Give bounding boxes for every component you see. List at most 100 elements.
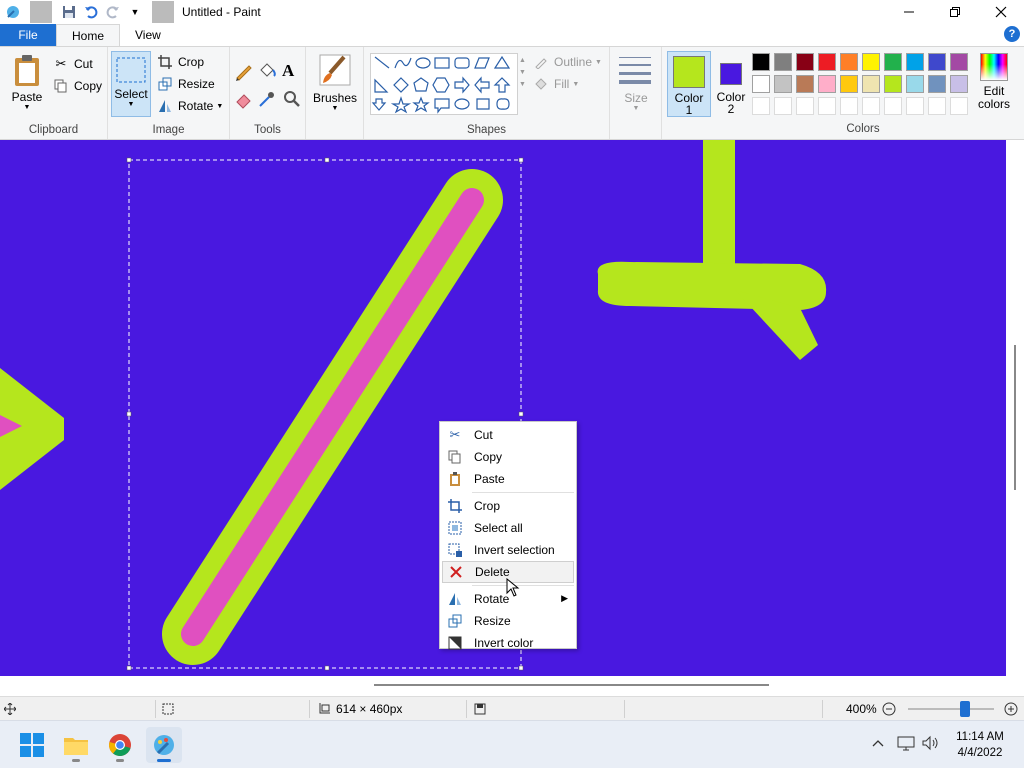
menu-item-invert-selection[interactable]: Invert selection xyxy=(440,539,576,561)
palette-swatch[interactable] xyxy=(906,97,924,115)
selection-handle[interactable] xyxy=(126,157,132,163)
cut-button[interactable]: ✂ Cut xyxy=(52,53,93,75)
pencil-icon[interactable] xyxy=(234,61,256,83)
menu-item-cut[interactable]: ✂ Cut xyxy=(440,424,576,446)
help-icon[interactable]: ? xyxy=(1004,26,1020,42)
palette-swatch[interactable] xyxy=(950,75,968,93)
palette-swatch[interactable] xyxy=(774,53,792,71)
palette-swatch[interactable] xyxy=(928,53,946,71)
color2-button[interactable]: Color 2 xyxy=(711,51,751,117)
palette-swatch[interactable] xyxy=(950,97,968,115)
palette-swatch[interactable] xyxy=(884,53,902,71)
file-size-icon xyxy=(474,697,486,721)
menu-item-select-all[interactable]: Select all xyxy=(440,517,576,539)
volume-icon[interactable] xyxy=(921,735,939,754)
selection-handle[interactable] xyxy=(126,411,132,417)
palette-swatch[interactable] xyxy=(752,53,770,71)
palette-swatch[interactable] xyxy=(796,75,814,93)
brushes-group[interactable]: Brushes ▼ xyxy=(306,47,364,139)
color-picker-icon[interactable] xyxy=(257,89,279,111)
palette-swatch[interactable] xyxy=(840,97,858,115)
resize-button[interactable]: Resize xyxy=(156,73,215,95)
show-hidden-icons-button[interactable] xyxy=(872,737,884,751)
size-group[interactable]: Size ▼ xyxy=(610,47,662,139)
selection-handle[interactable] xyxy=(324,665,330,671)
customize-toolbar-icon[interactable]: ▼ xyxy=(124,1,146,23)
selection-handle[interactable] xyxy=(518,411,524,417)
palette-swatch[interactable] xyxy=(906,53,924,71)
magnifier-icon[interactable] xyxy=(282,89,304,111)
select-button[interactable]: Select ▼ xyxy=(111,51,151,117)
edit-colors-button[interactable]: Edit colors xyxy=(974,53,1014,119)
palette-swatch[interactable] xyxy=(906,75,924,93)
selection-handle[interactable] xyxy=(324,157,330,163)
tab-home[interactable]: Home xyxy=(56,24,121,46)
minimize-button[interactable] xyxy=(886,0,932,24)
shapes-gallery[interactable] xyxy=(370,53,518,115)
color1-button[interactable]: Color 1 xyxy=(667,51,711,117)
palette-swatch[interactable] xyxy=(840,53,858,71)
maximize-button[interactable] xyxy=(932,0,978,24)
eraser-icon[interactable] xyxy=(234,89,256,111)
paste-button[interactable]: Paste ▼ xyxy=(6,53,48,117)
text-tool-icon[interactable]: A xyxy=(282,61,304,83)
rotate-dropdown-icon[interactable]: ▼ xyxy=(216,103,223,110)
menu-item-crop[interactable]: Crop xyxy=(440,495,576,517)
select-dropdown-icon[interactable]: ▼ xyxy=(112,101,150,108)
palette-swatch[interactable] xyxy=(862,97,880,115)
palette-swatch[interactable] xyxy=(818,53,836,71)
palette-swatch[interactable] xyxy=(774,97,792,115)
outline-button[interactable]: Outline ▼ xyxy=(532,51,602,73)
menu-item-copy[interactable]: Copy xyxy=(440,446,576,468)
paste-dropdown-icon[interactable]: ▼ xyxy=(6,104,48,111)
zoom-out-button[interactable] xyxy=(882,697,896,721)
palette-swatch[interactable] xyxy=(796,53,814,71)
crop-button[interactable]: Crop xyxy=(156,51,204,73)
vertical-scrollbar[interactable] xyxy=(1006,140,1024,676)
palette-swatch[interactable] xyxy=(752,97,770,115)
save-icon[interactable] xyxy=(58,1,80,23)
fill-bucket-icon[interactable] xyxy=(257,61,279,83)
copy-button[interactable]: Copy xyxy=(52,75,102,97)
fill-button[interactable]: Fill ▼ xyxy=(532,73,579,95)
menu-item-label: Rotate xyxy=(474,592,510,606)
menu-item-paste[interactable]: Paste xyxy=(440,468,576,490)
tab-view[interactable]: View xyxy=(120,24,176,46)
selection-handle[interactable] xyxy=(126,665,132,671)
palette-swatch[interactable] xyxy=(818,97,836,115)
palette-swatch[interactable] xyxy=(928,97,946,115)
palette-swatch[interactable] xyxy=(950,53,968,71)
menu-item-invert-color[interactable]: Invert color xyxy=(440,632,576,654)
shapes-scroll-icon[interactable]: ▲ ▼ ▼ xyxy=(519,55,526,91)
palette-swatch[interactable] xyxy=(884,97,902,115)
palette-swatch[interactable] xyxy=(884,75,902,93)
zoom-slider[interactable] xyxy=(904,697,996,721)
start-button[interactable] xyxy=(14,727,50,763)
clock[interactable]: 11:14 AM 4/4/2022 xyxy=(948,729,1012,761)
zoom-in-button[interactable] xyxy=(1004,697,1018,721)
chrome-button[interactable] xyxy=(102,727,138,763)
redo-icon[interactable] xyxy=(102,1,124,23)
paint-taskbar-button[interactable] xyxy=(146,727,182,763)
palette-swatch[interactable] xyxy=(928,75,946,93)
palette-swatch[interactable] xyxy=(840,75,858,93)
palette-swatch[interactable] xyxy=(818,75,836,93)
selection-handle[interactable] xyxy=(518,665,524,671)
palette-swatch[interactable] xyxy=(796,97,814,115)
file-explorer-button[interactable] xyxy=(58,727,94,763)
tab-file[interactable]: File xyxy=(0,24,56,46)
network-icon[interactable] xyxy=(897,735,915,754)
rotate-button[interactable]: Rotate ▼ xyxy=(156,95,223,117)
palette-swatch[interactable] xyxy=(862,53,880,71)
menu-item-resize[interactable]: Resize xyxy=(440,610,576,632)
selection-handle[interactable] xyxy=(518,157,524,163)
palette-swatch[interactable] xyxy=(752,75,770,93)
brushes-dropdown-icon[interactable]: ▼ xyxy=(306,105,364,112)
horizontal-scrollbar[interactable] xyxy=(0,676,1006,696)
close-button[interactable] xyxy=(978,0,1024,24)
palette-swatch[interactable] xyxy=(774,75,792,93)
undo-icon[interactable] xyxy=(80,1,102,23)
color-palette xyxy=(752,53,974,117)
palette-swatch[interactable] xyxy=(862,75,880,93)
zoom-slider-thumb[interactable] xyxy=(960,701,970,717)
